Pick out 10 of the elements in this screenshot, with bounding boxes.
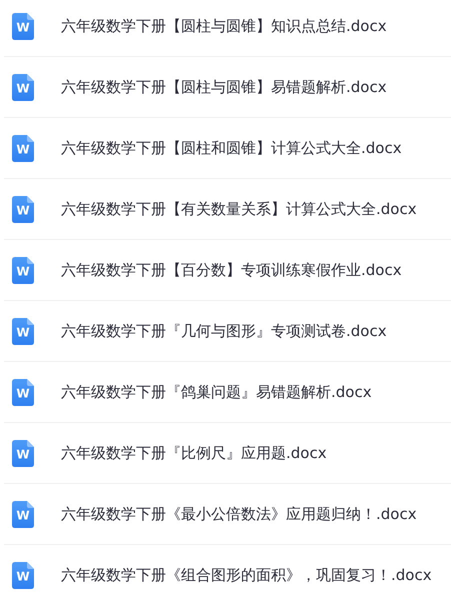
file-name[interactable]: 六年级数学下册《最小公倍数法》应用题归纳！.docx [61,502,417,526]
file-name[interactable]: 六年级数学下册【圆柱与圆锥】知识点总结.docx [61,14,387,38]
file-name[interactable]: 六年级数学下册『比例尺』应用题.docx [61,442,327,464]
file-name[interactable]: 六年级数学下册【百分数】专项训练寒假作业.docx [61,258,402,282]
file-name[interactable]: 六年级数学下册【圆柱和圆锥】计算公式大全.docx [61,136,402,160]
file-name[interactable]: 六年级数学下册【有关数量关系】计算公式大全.docx [61,198,417,220]
file-name[interactable]: 六年级数学下册『几何与图形』专项测试卷.docx [61,320,387,342]
file-name[interactable]: 六年级数学下册【圆柱与圆锥】易错题解析.docx [61,76,387,98]
file-name[interactable]: 六年级数学下册『鸽巢问题』易错题解析.docx [61,380,372,404]
file-name[interactable]: 六年级数学下册《组合图形的面积》，巩固复习！.docx [61,564,432,586]
